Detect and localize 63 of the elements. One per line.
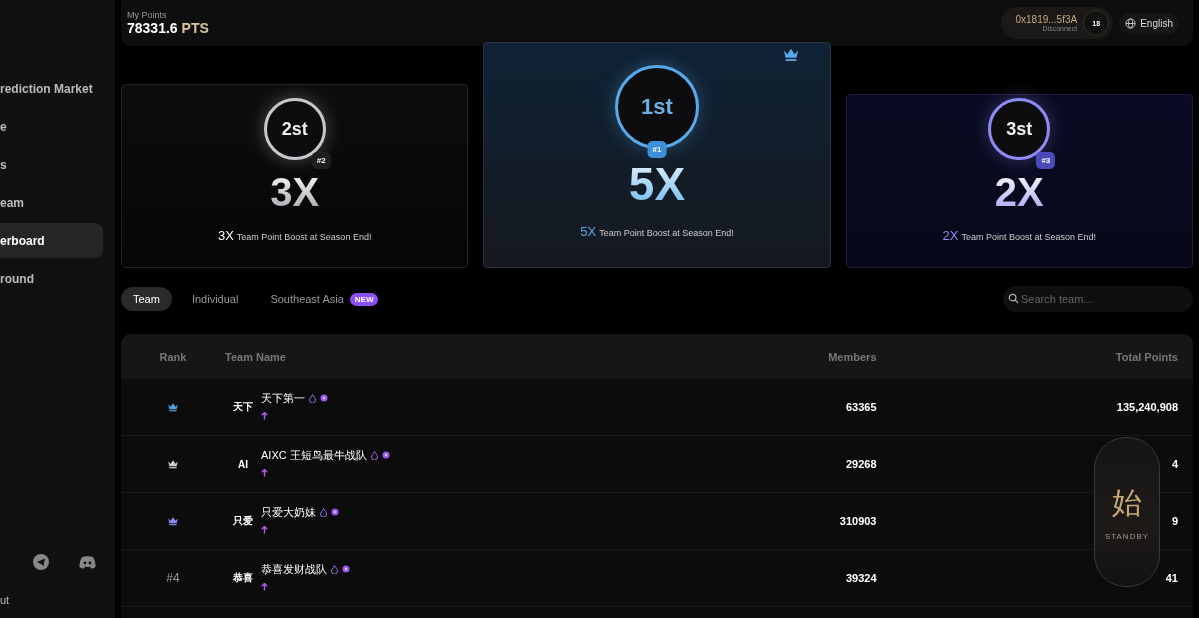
sidebar-item[interactable]: erboard [0,223,103,258]
points-cell-text: 9 [1170,515,1178,527]
standby-widget[interactable]: 始 STANDBY [1094,437,1160,587]
boost-text: 2X Team Point Boost at Season End! [942,228,1097,243]
sidebar-link[interactable]: ut [0,594,115,606]
flame-icon [309,393,316,403]
sidebar-item[interactable]: eam [0,185,103,220]
points-label: My Points [127,10,168,20]
sidebar-item[interactable]: rediction Market [0,71,103,106]
gem-icon [320,394,328,402]
gem-icon [381,451,390,459]
sidebar-item[interactable]: e [0,109,103,144]
flame-icon [320,507,327,517]
points-cell-text: 4 [1170,458,1178,470]
points-value: 78331.6 PTS [127,20,209,36]
rank-badge: #1 [647,141,667,159]
globe-icon [1125,17,1137,29]
widget-character: 始 [1112,484,1142,522]
rank-badge: #3 [1036,152,1056,169]
members-cell-text: 29268 [844,458,877,470]
column-header: Team Name [225,350,287,363]
column-header: Rank [158,350,188,363]
members-cell-text: 310903 [838,515,877,527]
sidebar-item[interactable]: round [0,261,103,296]
telegram-icon[interactable] [33,554,49,570]
sidebar-item[interactable]: s [0,147,103,182]
team-avatar: AI [237,458,249,470]
points-cell-text: 41 [1164,572,1178,584]
discord-icon[interactable] [79,555,96,569]
up-arrow-icon [261,468,268,477]
up-arrow-icon [261,525,268,534]
search-icon [1008,293,1019,304]
up-arrow-icon [261,411,268,420]
team-name: 只爱大奶妹 [261,504,316,520]
rank-badge: #2 [311,152,331,169]
tab[interactable]: Team [121,287,172,311]
up-arrow-icon [261,582,268,591]
gem-icon [331,508,339,516]
gem-icon [342,565,350,573]
boost-text: 5X Team Point Boost at Season End! [580,224,734,239]
team-avatar: 恭喜 [232,571,254,585]
tab[interactable]: Southeast Asia NEW [258,286,391,312]
team-avatar: 只爱 [232,514,254,528]
column-header: Total Points [1114,350,1178,363]
team-avatar: 天下 [232,400,254,414]
tab[interactable]: Individual [179,287,251,311]
language-button[interactable]: English [1119,12,1179,34]
boost-text: 3X Team Point Boost at Season End! [217,228,372,243]
team-name: 恭喜发财战队 [261,561,327,577]
column-header: Members [827,350,877,363]
flame-icon [331,564,338,574]
team-name: 天下第一 [261,390,305,406]
team-name: AIXC 王短鸟最牛战队 [261,447,367,463]
widget-status: STANDBY [1104,532,1150,541]
points-cell-text: 135,240,908 [1115,401,1178,413]
new-badge: NEW [349,292,379,306]
wallet-address: 0x1819...5f3A [1015,14,1078,25]
search-field[interactable]: Search team... [1003,286,1193,312]
members-cell-text: 39324 [844,572,877,584]
members-cell-text: 63365 [844,401,877,413]
flame-icon [370,450,378,460]
rank-cell: #4 [166,571,180,585]
crown-icon [781,47,800,62]
